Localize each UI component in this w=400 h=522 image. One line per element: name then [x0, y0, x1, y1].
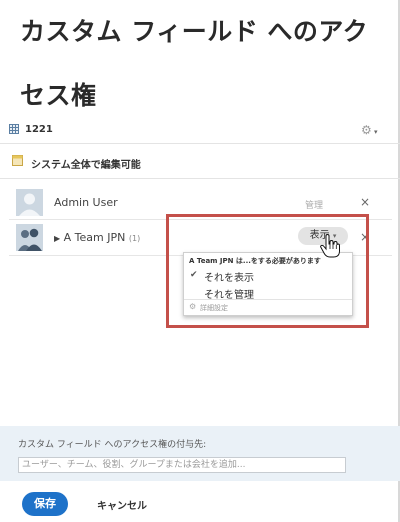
permission-label: 管理 [305, 201, 324, 211]
caret-down-icon: ▾ [371, 128, 378, 136]
team-member-count: (1) [128, 234, 141, 243]
remove-access-button[interactable]: × [360, 195, 370, 209]
caret-right-icon: ▶ [54, 234, 61, 243]
user-name: Admin User [54, 196, 118, 209]
spreadsheet-icon [9, 124, 19, 134]
avatar [16, 224, 43, 251]
field-settings-button[interactable]: ⚙ ▾ [361, 123, 378, 137]
grant-access-input[interactable]: ユーザー、チーム、役割、グループまたは会社を追加... [18, 457, 346, 473]
grant-access-panel: カスタム フィールド へのアクセス権の付与先: ユーザー、チーム、役割、グループ… [0, 426, 400, 481]
grant-access-label: カスタム フィールド へのアクセス権の付与先: [18, 440, 207, 450]
hand-cursor-icon [320, 234, 340, 258]
highlight-box [166, 214, 369, 328]
gear-icon: ⚙ [361, 123, 372, 137]
save-button[interactable]: 保存 [22, 492, 68, 516]
system-wide-icon [12, 155, 23, 166]
page-title: カスタム フィールド へのアク セス権 [20, 0, 400, 128]
system-wide-editable-label: システム全体で編集可能 [31, 160, 141, 171]
page-title-line-1: カスタム フィールド へのアク [20, 17, 369, 46]
team-name-expander[interactable]: ▶ A Team JPN (1) [54, 231, 140, 244]
divider [0, 143, 400, 144]
team-name: A Team JPN [63, 231, 126, 244]
team-icon [16, 224, 43, 251]
cancel-button[interactable]: キャンセル [97, 497, 147, 512]
field-number: 1221 [25, 124, 53, 135]
avatar [16, 189, 43, 216]
divider [0, 178, 400, 179]
page-title-line-2: セス権 [20, 81, 97, 110]
user-icon [16, 189, 43, 216]
